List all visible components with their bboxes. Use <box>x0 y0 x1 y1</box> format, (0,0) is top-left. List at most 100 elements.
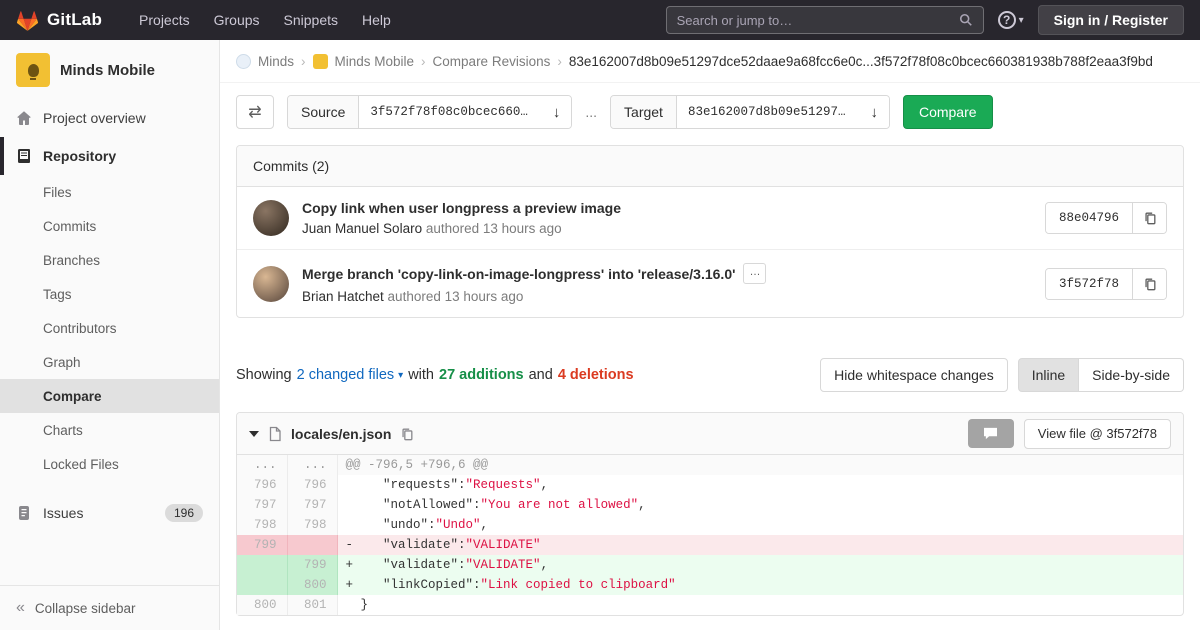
and-label: and <box>528 367 553 383</box>
diff-table-body: ...... @@ -796,5 +796,6 @@ 796 796 "request… <box>237 455 1183 615</box>
old-line-number[interactable] <box>237 575 288 595</box>
code-token: "validate" <box>360 538 459 552</box>
avatar[interactable] <box>253 200 289 236</box>
source-ref-value: 3f572f78f08c0bcec660… <box>370 105 528 119</box>
collapse-file-caret[interactable] <box>249 430 259 437</box>
sign-in-button[interactable]: Sign in / Register <box>1037 5 1184 35</box>
sidebar-item-charts[interactable]: Charts <box>0 413 219 447</box>
hide-whitespace-button[interactable]: Hide whitespace changes <box>820 358 1008 392</box>
new-line-number[interactable]: 801 <box>287 595 338 615</box>
changed-files-dropdown[interactable]: 2 changed files ▾ <box>297 367 404 383</box>
sidebar-item-compare[interactable]: Compare <box>0 379 219 413</box>
sidebar-item-commits[interactable]: Commits <box>0 209 219 243</box>
collapse-sidebar-button[interactable]: « Collapse sidebar <box>0 585 219 630</box>
compare-button[interactable]: Compare <box>902 95 993 129</box>
swap-revisions-button[interactable]: ⇄ <box>236 95 274 129</box>
new-line-number[interactable]: 798 <box>287 515 338 535</box>
nav-menu-snippets[interactable]: Snippets <box>273 6 349 34</box>
nav-menu-help[interactable]: Help <box>351 6 402 34</box>
old-line-number[interactable]: 798 <box>237 515 288 535</box>
compare-form: ⇄ Source 3f572f78f08c0bcec660… ↓ ... Tar… <box>220 83 1200 143</box>
source-label: Source <box>288 96 360 128</box>
copy-file-path-icon[interactable] <box>400 427 414 441</box>
breadcrumb-current-revisions: 83e162007d8b09e51297dce52daae9a68fcc6e0c… <box>568 54 1153 69</box>
sidebar-item-graph[interactable]: Graph <box>0 345 219 379</box>
gitlab-home-link[interactable]: GitLab <box>16 9 102 32</box>
source-ref-dropdown[interactable]: 3f572f78f08c0bcec660… ↓ <box>359 96 572 128</box>
breadcrumb-project-link[interactable]: Minds Mobile <box>335 54 415 69</box>
sidebar-item-tags[interactable]: Tags <box>0 277 219 311</box>
view-file-button[interactable]: View file @ 3f572f78 <box>1023 418 1171 449</box>
diff-line-sign: + <box>345 558 354 572</box>
sidebar-item-project-overview[interactable]: Project overview <box>0 99 219 137</box>
old-line-number[interactable]: 796 <box>237 475 288 495</box>
new-line-number[interactable]: ... <box>287 455 338 475</box>
code-token: : <box>458 558 466 572</box>
sidebar-item-branches[interactable]: Branches <box>0 243 219 277</box>
copy-sha-button[interactable] <box>1132 203 1166 233</box>
breadcrumb-group-link[interactable]: Minds <box>258 54 294 69</box>
avatar[interactable] <box>253 265 289 302</box>
commit-meta: Juan Manuel Solaro authored 13 hours ago <box>302 221 562 236</box>
code-token: "Requests" <box>465 478 541 492</box>
diff-code-cell: "undo":"Undo", <box>337 515 1183 535</box>
side-by-side-view-button[interactable]: Side-by-side <box>1079 358 1184 392</box>
nav-menu-projects[interactable]: Projects <box>128 6 201 34</box>
target-ref-dropdown[interactable]: 83e162007d8b09e51297… ↓ <box>676 96 889 128</box>
brand-name: GitLab <box>47 10 103 29</box>
sidebar-item-contributors[interactable]: Contributors <box>0 311 219 345</box>
new-line-number[interactable] <box>287 535 338 555</box>
sidebar: Minds Mobile Project overview Repository… <box>0 40 220 630</box>
search-box[interactable] <box>665 6 984 34</box>
copy-sha-button[interactable] <box>1132 268 1166 299</box>
repository-subnav: Files Commits Branches Tags Contributors Grap… <box>0 175 219 481</box>
old-line-number[interactable]: 800 <box>237 595 288 615</box>
old-line-number[interactable] <box>237 555 288 575</box>
sidebar-item-files[interactable]: Files <box>0 175 219 209</box>
old-line-number[interactable]: 797 <box>237 495 288 515</box>
repository-icon <box>18 149 30 163</box>
sidebar-item-locked-files[interactable]: Locked Files <box>0 447 219 481</box>
new-line-number[interactable]: 799 <box>287 555 338 575</box>
target-ref-group: Target 83e162007d8b09e51297… ↓ <box>610 95 890 129</box>
code-token: "Undo" <box>435 518 481 532</box>
tanuki-logo-icon <box>16 10 39 31</box>
copy-icon <box>1144 212 1155 225</box>
bulb-icon <box>27 63 39 80</box>
project-avatar-small <box>312 54 328 69</box>
commit-title: Merge branch 'copy-link-on-image-longpre… <box>302 263 1029 284</box>
nav-menu-groups[interactable]: Groups <box>203 6 271 34</box>
commit-sha-button[interactable]: 3f572f78 <box>1045 268 1132 299</box>
project-name: Minds Mobile <box>60 61 155 79</box>
top-navbar: GitLab ProjectsGroupsSnippetsHelp ? ▾ Si… <box>0 0 1200 40</box>
arrow-down-icon: ↓ <box>552 103 561 121</box>
diff-line-ctx: 797 797 "notAllowed":"You are not allowed… <box>237 495 1183 515</box>
help-menu[interactable]: ? ▾ <box>997 11 1024 29</box>
new-line-number[interactable]: 800 <box>287 575 338 595</box>
code-token: "linkCopied" <box>360 578 474 592</box>
commit-author-link[interactable]: Brian Hatchet <box>302 289 384 304</box>
commit-title-link[interactable]: Copy link when user longpress a preview … <box>302 200 621 216</box>
old-line-number[interactable]: ... <box>237 455 288 475</box>
diff-code-cell: "notAllowed":"You are not allowed", <box>337 495 1183 515</box>
diff-line-sign: + <box>345 578 354 592</box>
breadcrumb-compare-link[interactable]: Compare Revisions <box>433 54 551 69</box>
diff-line-sign: - <box>345 538 354 552</box>
old-line-number[interactable]: 799 <box>237 535 288 555</box>
sidebar-item-repository[interactable]: Repository <box>0 137 219 175</box>
commit-sha-button[interactable]: 88e04796 <box>1045 203 1132 233</box>
new-line-number[interactable]: 797 <box>287 495 338 515</box>
sidebar-item-issues[interactable]: Issues 196 <box>0 493 219 533</box>
inline-view-button[interactable]: Inline <box>1017 358 1080 392</box>
file-actions: View file @ 3f572f78 <box>967 418 1171 449</box>
search-input[interactable] <box>676 12 951 28</box>
commit-title-link[interactable]: Merge branch 'copy-link-on-image-longpre… <box>302 266 735 282</box>
toggle-comments-button[interactable] <box>967 419 1014 448</box>
sidebar-project-header[interactable]: Minds Mobile <box>0 40 219 99</box>
commit-author-link[interactable]: Juan Manuel Solaro <box>302 221 422 236</box>
diff-code-cell: + "linkCopied":"Link copied to clipboard… <box>337 575 1183 595</box>
new-line-number[interactable]: 796 <box>287 475 338 495</box>
additions-count: 27 additions <box>439 367 524 383</box>
expand-commit-message-button[interactable]: … <box>743 263 767 284</box>
chevron-down-icon: ▾ <box>1018 14 1024 26</box>
